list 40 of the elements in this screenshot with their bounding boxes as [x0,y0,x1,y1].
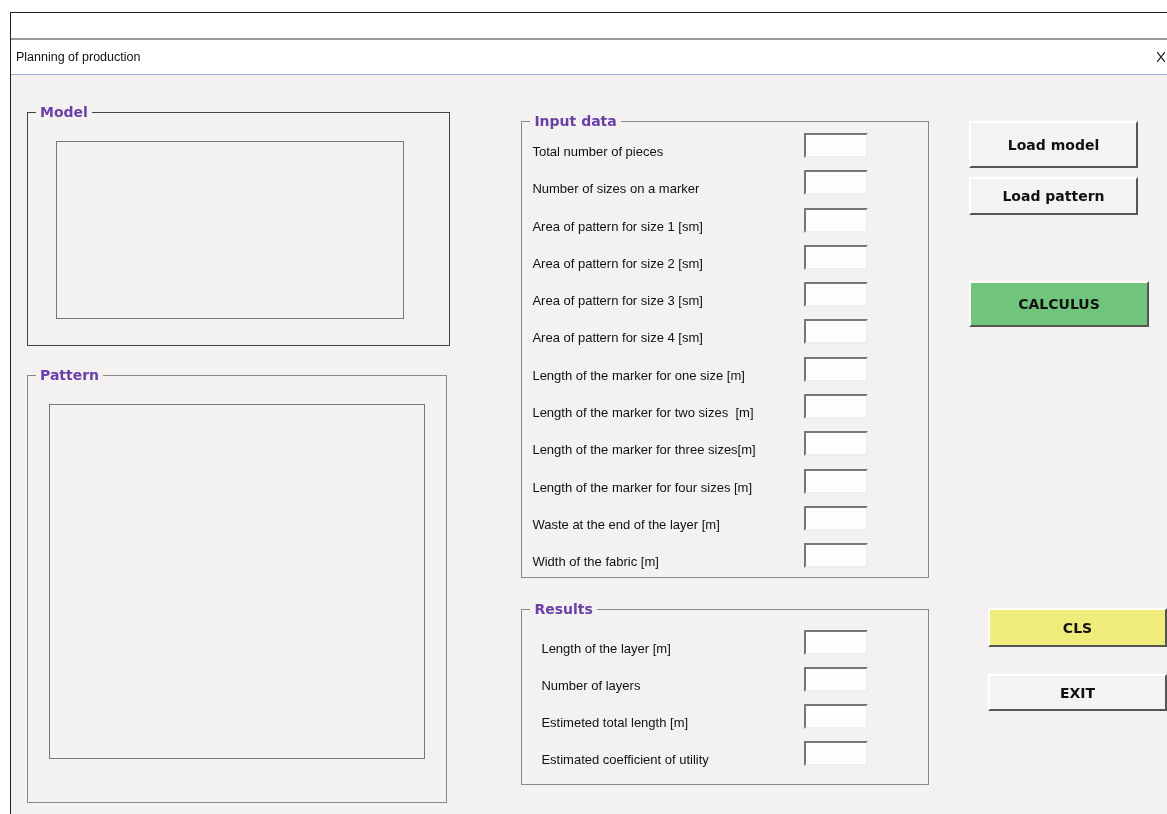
field-label: Length of the marker for four sizes [m] [532,479,754,495]
field-label: Width of the fabric [m] [532,554,660,570]
field-label: Length of the marker for one size [m] [532,367,746,383]
action-button[interactable]: EXIT [988,674,1167,711]
input-field[interactable] [804,207,869,233]
input-field[interactable] [804,133,869,158]
input-field[interactable] [804,170,869,196]
input-field[interactable] [804,468,869,494]
input-field[interactable] [804,543,869,569]
field-label: Number of sizes on a marker [532,181,701,197]
action-button[interactable]: CLS [988,608,1167,647]
field-label: Number of layers [541,678,642,693]
input-field[interactable] [804,431,869,457]
input-field[interactable] [804,244,869,270]
input-field[interactable] [804,667,869,692]
group-legend: Input data [530,112,621,130]
field-label: Area of pattern for size 3 [sm] [532,293,704,309]
field-label: Estimeted total length [m] [541,715,690,730]
input-field[interactable] [804,630,869,655]
input-field[interactable] [804,282,869,308]
window-title: Planning of production [16,50,141,64]
input-field[interactable] [804,704,869,729]
field-label: Area of pattern for size 1 [sm] [532,218,704,234]
input-field[interactable] [804,356,869,382]
action-button[interactable]: Load model [969,121,1138,168]
field-label: Waste at the end of the layer [m] [532,516,721,532]
field-label: Length of the layer [m] [541,641,672,656]
action-button[interactable]: Load pattern [969,177,1138,215]
field-label: Area of pattern for size 2 [sm] [532,255,704,271]
field-label: Length of the marker for two sizes [m] [532,405,755,421]
input-field[interactable] [804,319,869,345]
close-icon[interactable] [1157,52,1165,62]
input-field[interactable] [804,741,869,766]
field-label: Estimated coefficient of utility [541,752,710,767]
field-label: Length of the marker for three sizes[m] [532,442,757,458]
input-field[interactable] [804,505,869,531]
field-label: Area of pattern for size 4 [sm] [532,330,704,346]
action-button[interactable]: CALCULUS [969,281,1149,327]
field-label: Total number of pieces [532,144,665,159]
input-field[interactable] [804,394,869,420]
